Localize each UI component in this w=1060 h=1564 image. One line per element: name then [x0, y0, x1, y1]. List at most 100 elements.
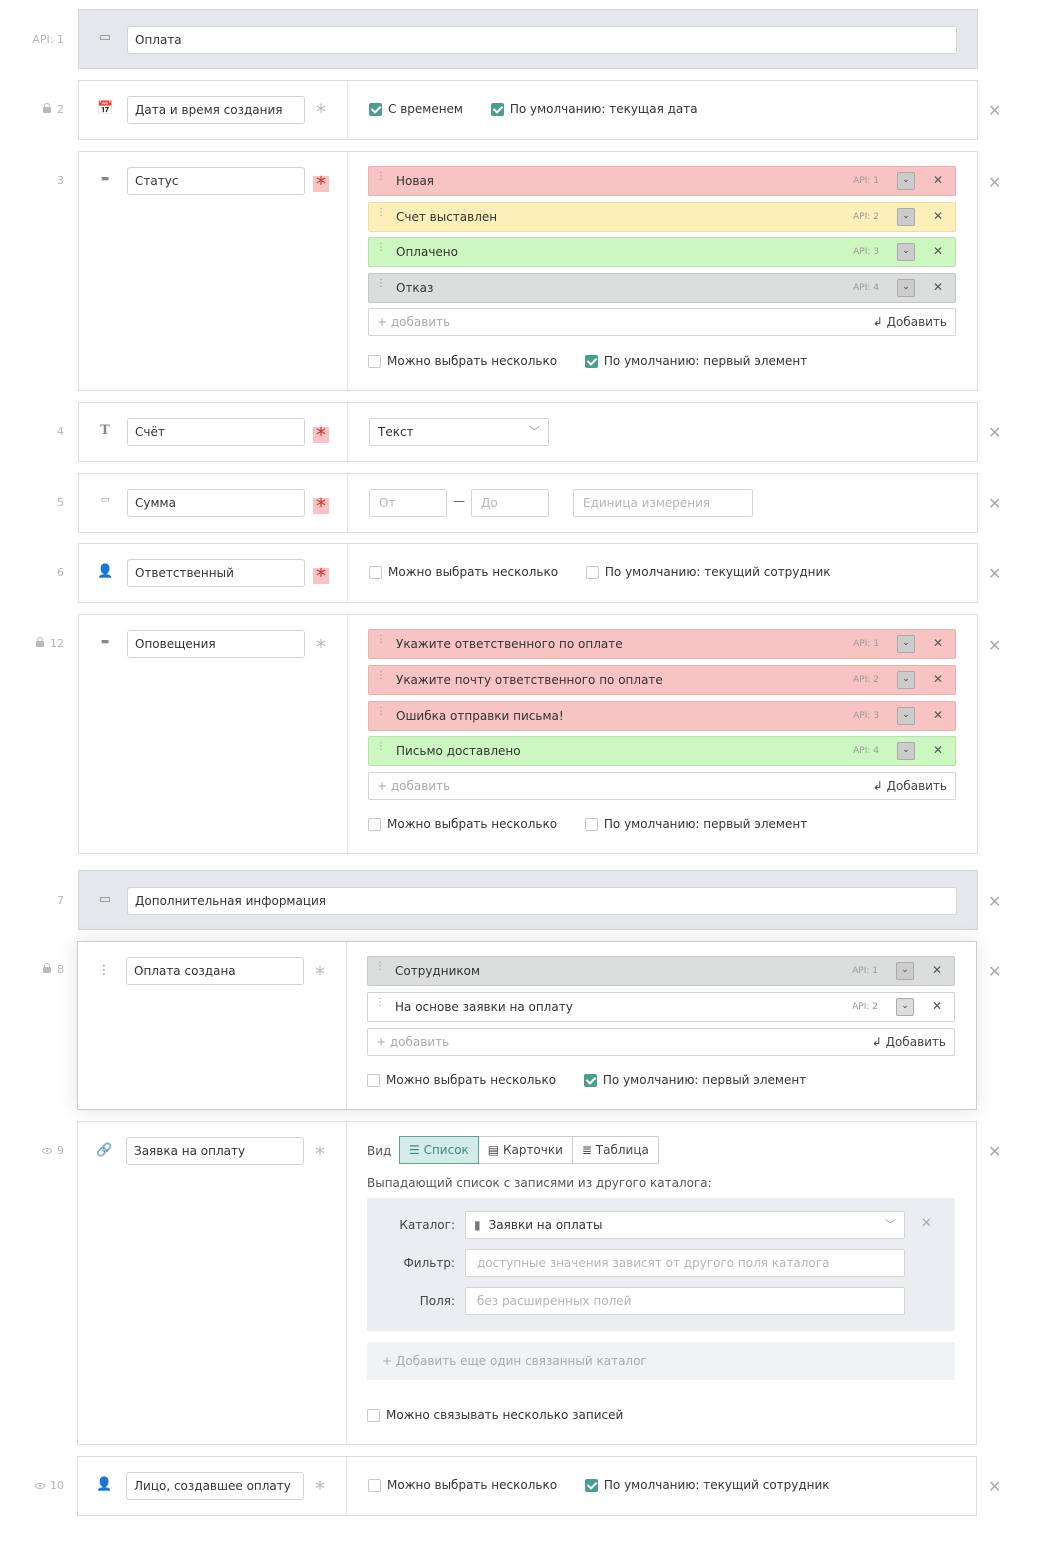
view-cards-tab[interactable]: ▤ Карточки [479, 1137, 573, 1163]
close-icon[interactable]: ✕ [988, 636, 1001, 655]
remove-option-icon[interactable]: ✕ [933, 280, 943, 294]
section-name-input[interactable]: Оплата [127, 26, 957, 54]
option-item[interactable]: ⋮ На основе заявки на оплату API: 2 ⌄ ✕ [367, 992, 955, 1022]
section-name-input[interactable]: Дополнительная информация [127, 887, 957, 915]
field-name-input[interactable]: Ответственный [127, 559, 305, 587]
close-icon[interactable]: ✕ [988, 494, 1001, 513]
close-icon[interactable]: ✕ [988, 564, 1001, 583]
field-name-input[interactable]: Дата и время создания [127, 96, 305, 124]
color-dropdown-icon[interactable]: ⌄ [897, 243, 915, 261]
filter-input[interactable]: доступные значения зависят от другого по… [465, 1249, 905, 1277]
option-item[interactable]: ⋮ Новая API: 1 ⌄ ✕ [368, 166, 956, 196]
view-table-tab[interactable]: ≣ Таблица [573, 1137, 658, 1163]
default-first-checkbox[interactable]: По умолчанию: первый элемент [584, 354, 807, 368]
color-dropdown-icon[interactable]: ⌄ [897, 279, 915, 297]
close-icon[interactable]: ✕ [988, 101, 1001, 120]
multi-select-checkbox[interactable]: Можно выбрать несколько [368, 354, 557, 368]
add-option-input[interactable]: + добавить ↲ Добавить [368, 308, 956, 336]
field-name-input[interactable]: Оплата создана [126, 957, 304, 985]
remove-option-icon[interactable]: ✕ [933, 209, 943, 223]
option-item[interactable]: ⋮ Отказ API: 4 ⌄ ✕ [368, 273, 956, 303]
catalog-select[interactable]: ▮ Заявки на оплаты ﹀ [465, 1211, 905, 1239]
close-icon[interactable]: ✕ [988, 423, 1001, 442]
drag-handle-icon[interactable]: ⋮ [375, 962, 385, 972]
option-item[interactable]: ⋮ Сотрудником API: 1 ⌄ ✕ [367, 956, 955, 986]
min-input[interactable]: От [369, 489, 447, 517]
text-type-select[interactable]: Текст ﹀ [369, 418, 549, 446]
multi-select-checkbox[interactable]: Можно выбрать несколько [369, 565, 558, 579]
drag-handle-icon[interactable]: ⋮ [376, 671, 386, 681]
required-toggle-icon[interactable]: * [313, 102, 329, 122]
drag-handle-icon[interactable]: ⋮ [376, 279, 386, 289]
drag-handle-icon[interactable]: ⋮ [376, 208, 386, 218]
color-dropdown-icon[interactable]: ⌄ [897, 172, 915, 190]
remove-option-icon[interactable]: ✕ [933, 244, 943, 258]
close-icon[interactable]: ✕ [988, 1477, 1001, 1496]
remove-option-icon[interactable]: ✕ [933, 636, 943, 650]
view-list-tab[interactable]: ☰ Список [399, 1136, 479, 1164]
color-dropdown-icon[interactable]: ⌄ [897, 635, 915, 653]
unit-input[interactable]: Единица измерения [573, 489, 753, 517]
option-item[interactable]: ⋮ Письмо доставлено API: 4 ⌄ ✕ [368, 736, 956, 766]
drag-handle-icon[interactable]: ⋮ [376, 707, 386, 717]
required-toggle-icon[interactable]: * [312, 1144, 328, 1164]
add-option-input[interactable]: + добавить ↲ Добавить [367, 1028, 955, 1056]
add-option-button[interactable]: ↲ Добавить [873, 779, 947, 793]
max-input[interactable]: До [471, 489, 549, 517]
default-current-user-checkbox[interactable]: По умолчанию: текущий сотрудник [585, 565, 831, 579]
remove-option-icon[interactable]: ✕ [932, 963, 942, 977]
with-time-checkbox[interactable]: С временем [369, 102, 463, 116]
required-toggle-icon[interactable]: * [312, 964, 328, 984]
required-toggle-icon[interactable]: * [313, 174, 329, 194]
drag-handle-icon[interactable]: ⋮ [376, 172, 386, 182]
color-dropdown-icon[interactable]: ⌄ [897, 671, 915, 689]
multi-select-checkbox[interactable]: Можно выбрать несколько [367, 1073, 556, 1087]
option-item[interactable]: ⋮ Счет выставлен API: 2 ⌄ ✕ [368, 202, 956, 232]
fields-input[interactable]: без расширенных полей [465, 1287, 905, 1315]
field-name-input[interactable]: Оповещения [127, 630, 305, 658]
color-dropdown-icon[interactable]: ⌄ [897, 208, 915, 226]
multi-select-checkbox[interactable]: Можно выбрать несколько [368, 817, 557, 831]
color-dropdown-icon[interactable]: ⌄ [897, 742, 915, 760]
add-option-input[interactable]: + добавить ↲ Добавить [368, 772, 956, 800]
remove-option-icon[interactable]: ✕ [933, 672, 943, 686]
default-first-checkbox[interactable]: По умолчанию: первый элемент [583, 1073, 806, 1087]
field-name-input[interactable]: Статус [127, 167, 305, 195]
add-option-button[interactable]: ↲ Добавить [872, 1035, 946, 1049]
default-first-checkbox[interactable]: По умолчанию: первый элемент [584, 817, 807, 831]
remove-option-icon[interactable]: ✕ [933, 743, 943, 757]
close-icon[interactable]: ✕ [988, 892, 1001, 911]
drag-handle-icon[interactable]: ⋮ [376, 742, 386, 752]
multi-select-checkbox[interactable]: Можно выбрать несколько [368, 1478, 557, 1492]
close-icon[interactable]: ✕ [988, 962, 1001, 981]
close-icon[interactable]: ✕ [921, 1216, 932, 1231]
required-toggle-icon[interactable]: * [313, 425, 329, 445]
drag-handle-icon[interactable]: ⋮ [375, 998, 385, 1008]
color-dropdown-icon[interactable]: ⌄ [897, 707, 915, 725]
field-name-input[interactable]: Заявка на оплату [126, 1137, 304, 1165]
default-current-user-checkbox[interactable]: По умолчанию: текущий сотрудник [584, 1478, 830, 1492]
close-icon[interactable]: ✕ [988, 1142, 1001, 1161]
color-dropdown-icon[interactable]: ⌄ [896, 962, 914, 980]
option-item[interactable]: ⋮ Укажите почту ответственного по оплате A… [368, 665, 956, 695]
default-current-date-checkbox[interactable]: По умолчанию: текущая дата [490, 102, 698, 116]
option-item[interactable]: ⋮ Укажите ответственного по оплате API: 1 ⌄… [368, 629, 956, 659]
field-name-input[interactable]: Счёт [127, 418, 305, 446]
close-icon[interactable]: ✕ [988, 173, 1001, 192]
add-catalog-button[interactable]: + Добавить еще один связанный каталог [367, 1342, 955, 1380]
required-toggle-icon[interactable]: * [313, 637, 329, 657]
remove-option-icon[interactable]: ✕ [932, 999, 942, 1013]
field-name-input[interactable]: Сумма [127, 489, 305, 517]
option-item[interactable]: ⋮ Оплачено API: 3 ⌄ ✕ [368, 237, 956, 267]
required-toggle-icon[interactable]: * [312, 1479, 328, 1499]
field-name-input[interactable]: Лицо, создавшее оплату [126, 1472, 304, 1500]
required-toggle-icon[interactable]: * [313, 496, 329, 516]
remove-option-icon[interactable]: ✕ [933, 173, 943, 187]
remove-option-icon[interactable]: ✕ [933, 708, 943, 722]
option-item[interactable]: ⋮ Ошибка отправки письма! API: 3 ⌄ ✕ [368, 701, 956, 731]
required-toggle-icon[interactable]: * [313, 566, 329, 586]
multi-link-checkbox[interactable]: Можно связывать несколько записей [367, 1408, 623, 1422]
drag-handle-icon[interactable]: ⋮ [376, 635, 386, 645]
add-option-button[interactable]: ↲ Добавить [873, 315, 947, 329]
drag-handle-icon[interactable]: ⋮ [376, 243, 386, 253]
